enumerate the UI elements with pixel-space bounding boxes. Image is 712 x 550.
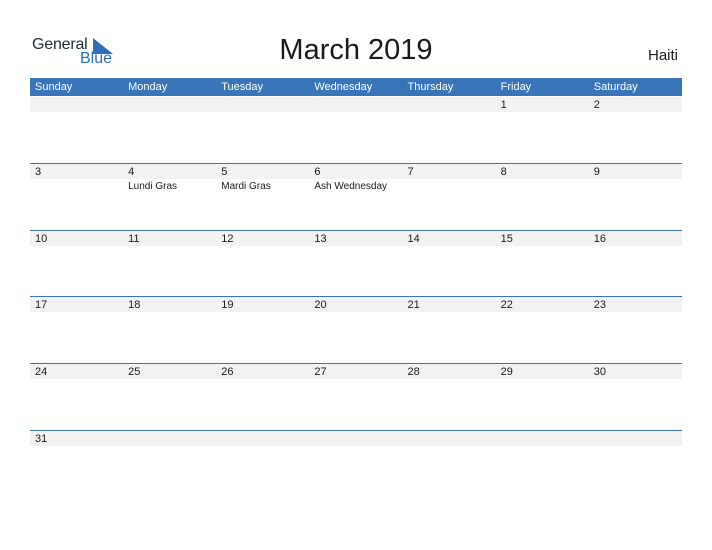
- day-cell[interactable]: 11: [123, 230, 216, 297]
- day-cell[interactable]: 21: [403, 296, 496, 363]
- day-cell[interactable]: 2: [589, 96, 682, 163]
- day-cell[interactable]: [216, 430, 309, 497]
- weekday-monday: Monday: [128, 81, 168, 93]
- day-number: 24: [35, 366, 48, 379]
- day-number: 13: [314, 232, 327, 245]
- weekday-sunday: Sunday: [35, 81, 73, 93]
- day-number: 1: [500, 99, 507, 111]
- week-row: 17 18 19 20 21 22 23: [30, 296, 682, 363]
- day-number: 12: [221, 232, 234, 245]
- day-cell[interactable]: 6 Ash Wednesday: [309, 163, 402, 230]
- day-cell[interactable]: 27: [309, 363, 402, 430]
- day-number: 3: [35, 165, 42, 178]
- day-cell[interactable]: 23: [589, 296, 682, 363]
- day-cell[interactable]: 28: [403, 363, 496, 430]
- day-number: 19: [221, 299, 234, 312]
- day-cell[interactable]: 24: [30, 363, 123, 430]
- weekday-saturday: Saturday: [593, 81, 638, 93]
- day-cell[interactable]: 7: [403, 163, 496, 230]
- day-cell[interactable]: [30, 96, 123, 163]
- country-label: Haiti: [647, 47, 678, 64]
- day-number: 10: [35, 232, 48, 245]
- day-number: 17: [35, 299, 48, 312]
- day-number: 2: [593, 99, 600, 111]
- day-cell[interactable]: 26: [216, 363, 309, 430]
- day-cell[interactable]: 5 Mardi Gras: [216, 163, 309, 230]
- day-number: 27: [314, 366, 327, 379]
- day-number: 31: [35, 433, 48, 445]
- day-number: 11: [128, 232, 140, 245]
- day-cell[interactable]: 13: [309, 230, 402, 297]
- day-number: 7: [407, 165, 414, 178]
- day-cell[interactable]: 22: [496, 296, 589, 363]
- day-cell[interactable]: [496, 430, 589, 497]
- day-cell[interactable]: [123, 96, 216, 163]
- day-cell[interactable]: 18: [123, 296, 216, 363]
- day-number: 25: [128, 366, 141, 379]
- day-number: 4: [128, 165, 135, 178]
- day-cell[interactable]: 30: [589, 363, 682, 430]
- day-number: 20: [314, 299, 327, 312]
- day-number: 5: [221, 165, 228, 178]
- week-row: 31: [30, 430, 682, 497]
- holiday-label: Mardi Gras: [221, 180, 271, 192]
- week-row: 24 25 26 27 28 29 30: [30, 363, 682, 430]
- day-number: 15: [500, 232, 513, 245]
- week-row: 10 11 12 13 14 15 16: [30, 229, 682, 297]
- day-number: 23: [593, 299, 606, 312]
- day-number: 14: [407, 232, 420, 245]
- holiday-label: Ash Wednesday: [314, 180, 388, 192]
- day-cell[interactable]: [403, 430, 496, 497]
- day-cell[interactable]: 10: [30, 230, 123, 297]
- day-cell[interactable]: 12: [216, 230, 309, 297]
- weekday-tuesday: Tuesday: [221, 81, 264, 93]
- day-cell[interactable]: [403, 96, 496, 163]
- day-cell[interactable]: 4 Lundi Gras: [123, 163, 216, 230]
- weekday-header: Sunday Monday Tuesday Wednesday Thursday…: [30, 78, 682, 96]
- day-cell[interactable]: 8: [496, 163, 589, 230]
- day-number: 9: [593, 165, 600, 178]
- day-cell[interactable]: 25: [123, 363, 216, 430]
- day-cell[interactable]: 9: [589, 163, 682, 230]
- day-cell[interactable]: 20: [309, 296, 402, 363]
- day-number: 16: [593, 232, 606, 245]
- day-number: 22: [500, 299, 513, 312]
- week-row: 3 4 Lundi Gras 5 Mardi Gras 6 Ash Wednesday 7 8 9: [30, 162, 682, 230]
- day-cell[interactable]: [216, 96, 309, 163]
- holiday-label: Lundi Gras: [128, 180, 178, 192]
- day-cell[interactable]: 14: [403, 230, 496, 297]
- day-number: 6: [314, 165, 321, 178]
- weekday-wednesday: Wednesday: [314, 81, 373, 93]
- weekday-thursday: Thursday: [407, 81, 454, 93]
- day-cell[interactable]: [309, 430, 402, 497]
- day-number: 21: [407, 299, 420, 312]
- day-cell[interactable]: 15: [496, 230, 589, 297]
- day-number: 8: [500, 165, 507, 178]
- day-cell[interactable]: 31: [30, 430, 123, 497]
- day-cell[interactable]: 29: [496, 363, 589, 430]
- page-title: March 2019: [279, 34, 433, 66]
- day-number: 29: [500, 366, 513, 379]
- day-cell[interactable]: [123, 430, 216, 497]
- day-cell[interactable]: 17: [30, 296, 123, 363]
- day-number: 28: [407, 366, 420, 379]
- day-number: 26: [221, 366, 234, 379]
- day-cell[interactable]: 19: [216, 296, 309, 363]
- day-cell[interactable]: [589, 430, 682, 497]
- day-number: 18: [128, 299, 141, 312]
- day-number: 30: [593, 366, 606, 379]
- day-cell[interactable]: 3: [30, 163, 123, 230]
- weekday-friday: Friday: [500, 81, 532, 93]
- day-cell[interactable]: 16: [589, 230, 682, 297]
- day-cell[interactable]: 1: [496, 96, 589, 163]
- week-row: 12: [30, 96, 682, 163]
- day-cell[interactable]: [309, 96, 402, 163]
